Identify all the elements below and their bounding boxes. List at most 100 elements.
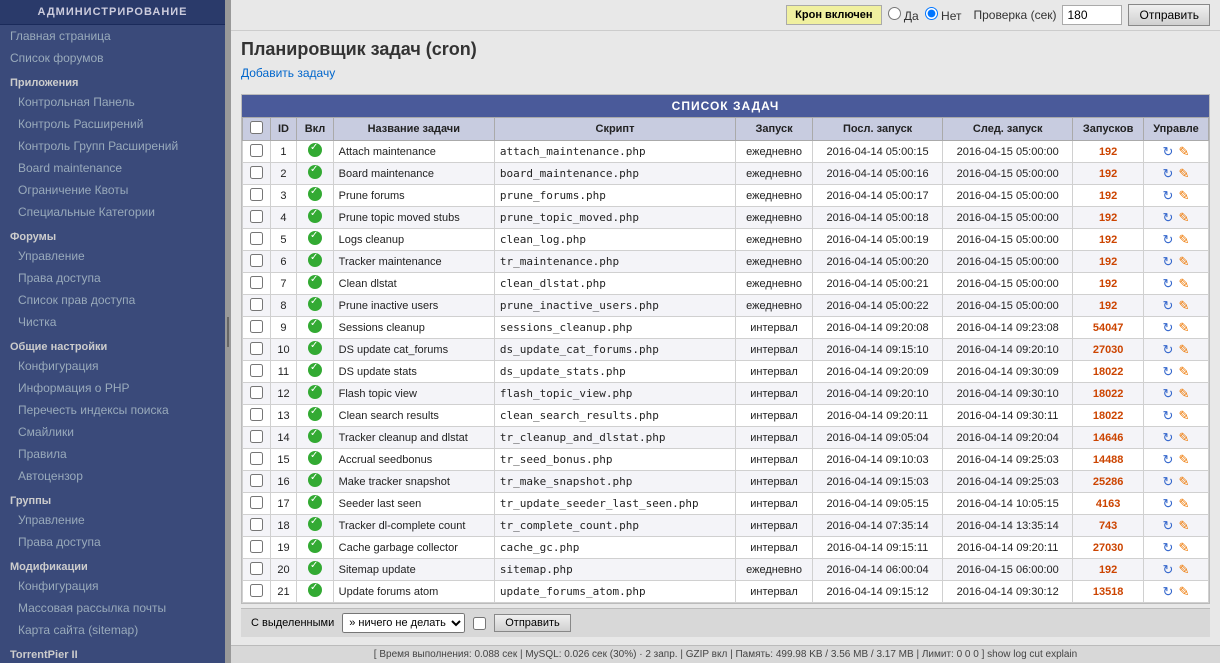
sidebar-link[interactable]: Права доступа xyxy=(0,531,225,553)
sidebar-link[interactable]: Правила xyxy=(0,443,225,465)
row-checkbox[interactable] xyxy=(250,232,263,245)
row-checkbox[interactable] xyxy=(250,496,263,509)
edit-icon[interactable]: ✎ xyxy=(1177,584,1191,598)
sidebar-link[interactable]: Права доступа xyxy=(0,267,225,289)
row-checkbox[interactable] xyxy=(250,364,263,377)
sidebar-link[interactable]: Список форумов xyxy=(0,47,225,69)
action-select[interactable]: » ничего не делать xyxy=(342,613,465,633)
refresh-icon[interactable]: ↻ xyxy=(1161,320,1175,334)
row-checkbox[interactable] xyxy=(250,144,263,157)
edit-icon[interactable]: ✎ xyxy=(1177,364,1191,378)
edit-icon[interactable]: ✎ xyxy=(1177,232,1191,246)
interval-input[interactable] xyxy=(1062,5,1122,25)
row-checkbox[interactable] xyxy=(250,474,263,487)
row-checkbox[interactable] xyxy=(250,188,263,201)
edit-icon[interactable]: ✎ xyxy=(1177,276,1191,290)
refresh-icon[interactable]: ↻ xyxy=(1161,386,1175,400)
sidebar-link[interactable]: Контроль Расширений xyxy=(0,113,225,135)
edit-icon[interactable]: ✎ xyxy=(1177,254,1191,268)
refresh-icon[interactable]: ↻ xyxy=(1161,276,1175,290)
refresh-icon[interactable]: ↻ xyxy=(1161,166,1175,180)
row-id: 10 xyxy=(270,339,297,361)
refresh-icon[interactable]: ↻ xyxy=(1161,188,1175,202)
row-checkbox[interactable] xyxy=(250,518,263,531)
row-checkbox[interactable] xyxy=(250,584,263,597)
edit-icon[interactable]: ✎ xyxy=(1177,430,1191,444)
edit-icon[interactable]: ✎ xyxy=(1177,474,1191,488)
refresh-icon[interactable]: ↻ xyxy=(1161,364,1175,378)
row-checkbox[interactable] xyxy=(250,342,263,355)
refresh-icon[interactable]: ↻ xyxy=(1161,584,1175,598)
refresh-icon[interactable]: ↻ xyxy=(1161,540,1175,554)
row-checkbox[interactable] xyxy=(250,276,263,289)
sidebar-link[interactable]: Главная страница xyxy=(0,25,225,47)
refresh-icon[interactable]: ↻ xyxy=(1161,232,1175,246)
edit-icon[interactable]: ✎ xyxy=(1177,408,1191,422)
radio-no-label[interactable]: Нет xyxy=(925,7,962,23)
add-task-link[interactable]: Добавить задачу xyxy=(241,66,335,80)
row-checkbox[interactable] xyxy=(250,210,263,223)
edit-icon[interactable]: ✎ xyxy=(1177,452,1191,466)
refresh-icon[interactable]: ↻ xyxy=(1161,452,1175,466)
sidebar-link[interactable]: Конфигурация xyxy=(0,575,225,597)
edit-icon[interactable]: ✎ xyxy=(1177,188,1191,202)
send-button[interactable]: Отправить xyxy=(1128,4,1210,26)
row-checkbox[interactable] xyxy=(250,298,263,311)
refresh-icon[interactable]: ↻ xyxy=(1161,518,1175,532)
sidebar-link[interactable]: Список прав доступа xyxy=(0,289,225,311)
sidebar-link[interactable]: Board maintenance xyxy=(0,157,225,179)
edit-icon[interactable]: ✎ xyxy=(1177,562,1191,576)
row-checkbox[interactable] xyxy=(250,562,263,575)
edit-icon[interactable]: ✎ xyxy=(1177,320,1191,334)
radio-yes-input[interactable] xyxy=(888,7,901,20)
refresh-icon[interactable]: ↻ xyxy=(1161,342,1175,356)
sidebar-link[interactable]: Специальные Категории xyxy=(0,201,225,223)
edit-icon[interactable]: ✎ xyxy=(1177,166,1191,180)
sidebar-link[interactable]: Смайлики xyxy=(0,421,225,443)
refresh-icon[interactable]: ↻ xyxy=(1161,408,1175,422)
sidebar-link[interactable]: Конфигурация xyxy=(0,355,225,377)
edit-icon[interactable]: ✎ xyxy=(1177,540,1191,554)
edit-icon[interactable]: ✎ xyxy=(1177,496,1191,510)
bottom-submit-button[interactable]: Отправить xyxy=(494,614,571,632)
row-checkbox[interactable] xyxy=(250,430,263,443)
row-checkbox[interactable] xyxy=(250,540,263,553)
row-checkbox[interactable] xyxy=(250,320,263,333)
select-all-checkbox[interactable] xyxy=(250,121,263,134)
sidebar-link[interactable]: Управление xyxy=(0,509,225,531)
refresh-icon[interactable]: ↻ xyxy=(1161,474,1175,488)
edit-icon[interactable]: ✎ xyxy=(1177,518,1191,532)
sidebar-link[interactable]: Ограничение Квоты xyxy=(0,179,225,201)
edit-icon[interactable]: ✎ xyxy=(1177,298,1191,312)
refresh-icon[interactable]: ↻ xyxy=(1161,254,1175,268)
sidebar-link[interactable]: Перечесть индексы поиска xyxy=(0,399,225,421)
with-selected-label: С выделенными xyxy=(251,617,334,629)
edit-icon[interactable]: ✎ xyxy=(1177,210,1191,224)
sidebar-link[interactable]: Автоцензор xyxy=(0,465,225,487)
sidebar-link[interactable]: Чистка xyxy=(0,311,225,333)
row-checkbox[interactable] xyxy=(250,166,263,179)
refresh-icon[interactable]: ↻ xyxy=(1161,562,1175,576)
sidebar-link[interactable]: Информация о PHP xyxy=(0,377,225,399)
sidebar-link[interactable]: Карта сайта (sitemap) xyxy=(0,619,225,641)
edit-icon[interactable]: ✎ xyxy=(1177,342,1191,356)
refresh-icon[interactable]: ↻ xyxy=(1161,210,1175,224)
refresh-icon[interactable]: ↻ xyxy=(1161,496,1175,510)
cron-enabled-button[interactable]: Крон включен xyxy=(786,5,881,25)
edit-icon[interactable]: ✎ xyxy=(1177,386,1191,400)
sidebar-link[interactable]: Массовая рассылка почты xyxy=(0,597,225,619)
row-checkbox[interactable] xyxy=(250,452,263,465)
action-checkbox[interactable] xyxy=(473,617,486,630)
row-checkbox[interactable] xyxy=(250,386,263,399)
refresh-icon[interactable]: ↻ xyxy=(1161,430,1175,444)
sidebar-link[interactable]: Контроль Групп Расширений xyxy=(0,135,225,157)
refresh-icon[interactable]: ↻ xyxy=(1161,144,1175,158)
radio-yes-label[interactable]: Да xyxy=(888,7,919,23)
radio-no-input[interactable] xyxy=(925,7,938,20)
refresh-icon[interactable]: ↻ xyxy=(1161,298,1175,312)
row-checkbox[interactable] xyxy=(250,254,263,267)
row-checkbox[interactable] xyxy=(250,408,263,421)
edit-icon[interactable]: ✎ xyxy=(1177,144,1191,158)
sidebar-link[interactable]: Управление xyxy=(0,245,225,267)
sidebar-link[interactable]: Контрольная Панель xyxy=(0,91,225,113)
